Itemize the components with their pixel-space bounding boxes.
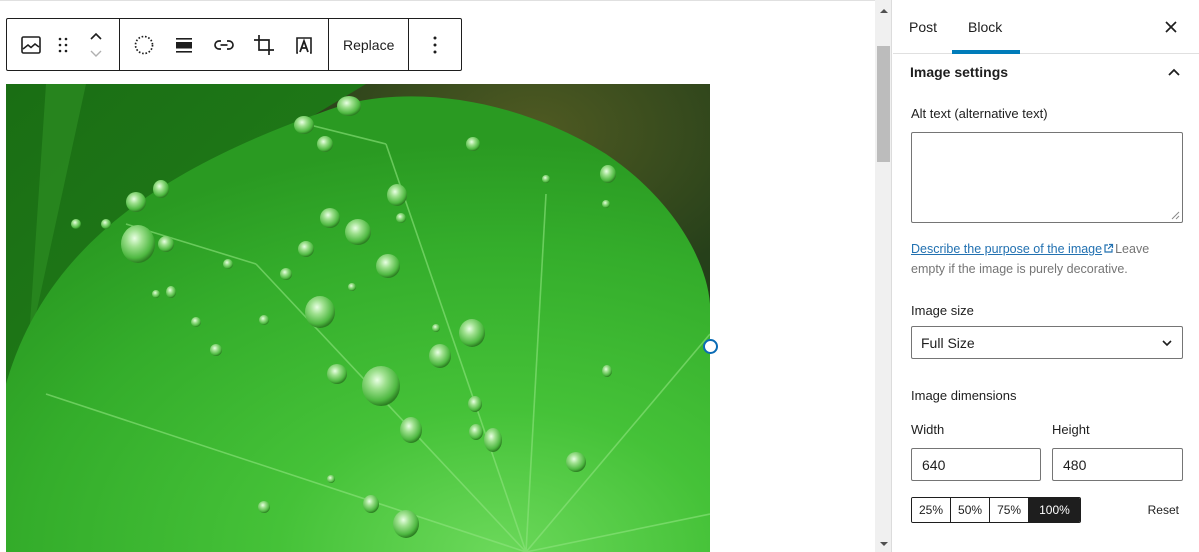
image-settings-panel: Alt text (alternative text) Describe the… bbox=[893, 106, 1199, 523]
image-icon bbox=[21, 35, 41, 54]
chevron-down-icon bbox=[1162, 339, 1172, 346]
width-input[interactable]: 640 bbox=[911, 448, 1041, 481]
block-toolbar: Replace bbox=[6, 18, 463, 71]
resize-grip-icon[interactable] bbox=[1171, 211, 1180, 220]
image-resize-handle[interactable] bbox=[703, 339, 718, 354]
preset-100-button[interactable]: 100% bbox=[1029, 498, 1080, 522]
chevron-up-icon bbox=[1168, 68, 1180, 76]
tab-post[interactable]: Post bbox=[893, 0, 952, 53]
width-label: Width bbox=[911, 422, 945, 437]
close-icon bbox=[1165, 21, 1177, 33]
toolbar-group-more bbox=[409, 19, 461, 70]
duotone-button[interactable] bbox=[124, 25, 164, 65]
move-up-button[interactable] bbox=[89, 27, 103, 45]
image-settings-panel-toggle[interactable]: Image settings bbox=[893, 54, 1199, 90]
leaf-image bbox=[6, 84, 710, 552]
reset-dimensions-button[interactable]: Reset bbox=[1148, 503, 1183, 517]
crop-button[interactable] bbox=[244, 25, 284, 65]
link-button[interactable] bbox=[204, 25, 244, 65]
image-dimensions-label: Image dimensions bbox=[911, 388, 1017, 403]
close-sidebar-button[interactable] bbox=[1161, 17, 1181, 37]
height-label: Height bbox=[1052, 422, 1090, 437]
block-movers bbox=[83, 23, 109, 67]
dimensions-row: Width 640 Height 480 bbox=[911, 422, 1183, 481]
preset-50-button[interactable]: 50% bbox=[951, 498, 991, 522]
link-icon bbox=[214, 39, 234, 50]
alt-text-help: Describe the purpose of the image Leave … bbox=[911, 239, 1183, 279]
top-divider bbox=[0, 0, 875, 1]
image-size-select[interactable]: Full Size bbox=[911, 326, 1183, 359]
toolbar-group-tools bbox=[120, 19, 329, 70]
settings-sidebar: Post Block Image settings Alt text (alte… bbox=[893, 0, 1199, 552]
scroll-down-button[interactable] bbox=[875, 535, 892, 552]
drag-handle[interactable] bbox=[49, 25, 77, 65]
drag-handle-icon bbox=[58, 37, 68, 52]
external-link-icon bbox=[1104, 243, 1114, 253]
chevron-up-icon bbox=[90, 32, 102, 40]
toolbar-group-replace: Replace bbox=[329, 19, 410, 70]
editor-canvas: Replace bbox=[0, 0, 875, 552]
width-field: Width 640 bbox=[911, 422, 1041, 481]
sidebar-tabs: Post Block bbox=[893, 0, 1199, 54]
tab-block[interactable]: Block bbox=[952, 0, 1021, 54]
editor-scrollbar[interactable] bbox=[875, 0, 892, 552]
toolbar-group-block bbox=[7, 19, 120, 70]
preset-75-button[interactable]: 75% bbox=[990, 498, 1030, 522]
scroll-down-arrow-icon bbox=[879, 541, 888, 546]
crop-icon bbox=[254, 34, 274, 55]
size-presets-row: 25% 50% 75% 100% Reset bbox=[911, 497, 1183, 523]
chevron-down-icon bbox=[90, 50, 102, 57]
preset-25-button[interactable]: 25% bbox=[912, 498, 952, 522]
replace-button[interactable]: Replace bbox=[337, 25, 400, 65]
align-button[interactable] bbox=[164, 25, 204, 65]
scroll-up-button[interactable] bbox=[875, 2, 892, 19]
scroll-up-arrow-icon bbox=[879, 8, 888, 13]
image-size-value: Full Size bbox=[921, 334, 975, 351]
image-size-label: Image size bbox=[911, 303, 974, 318]
text-overlay-button[interactable] bbox=[284, 25, 324, 65]
size-preset-group: 25% 50% 75% 100% bbox=[911, 497, 1081, 523]
dotted-circle-icon bbox=[134, 35, 154, 54]
align-wide-icon bbox=[176, 37, 192, 53]
height-input[interactable]: 480 bbox=[1052, 448, 1183, 481]
panel-title: Image settings bbox=[910, 64, 1009, 80]
alt-text-label: Alt text (alternative text) bbox=[911, 106, 1048, 121]
alt-text-help-link[interactable]: Describe the purpose of the image bbox=[911, 242, 1102, 256]
block-type-button[interactable] bbox=[13, 25, 49, 65]
alt-text-input[interactable] bbox=[911, 132, 1183, 223]
height-field: Height 480 bbox=[1052, 422, 1183, 481]
more-options-button[interactable] bbox=[415, 25, 455, 65]
text-overlay-icon bbox=[296, 36, 312, 54]
more-vertical-icon bbox=[433, 36, 437, 53]
scroll-thumb[interactable] bbox=[877, 46, 890, 162]
move-down-button[interactable] bbox=[89, 45, 103, 63]
image-block[interactable] bbox=[6, 84, 710, 552]
